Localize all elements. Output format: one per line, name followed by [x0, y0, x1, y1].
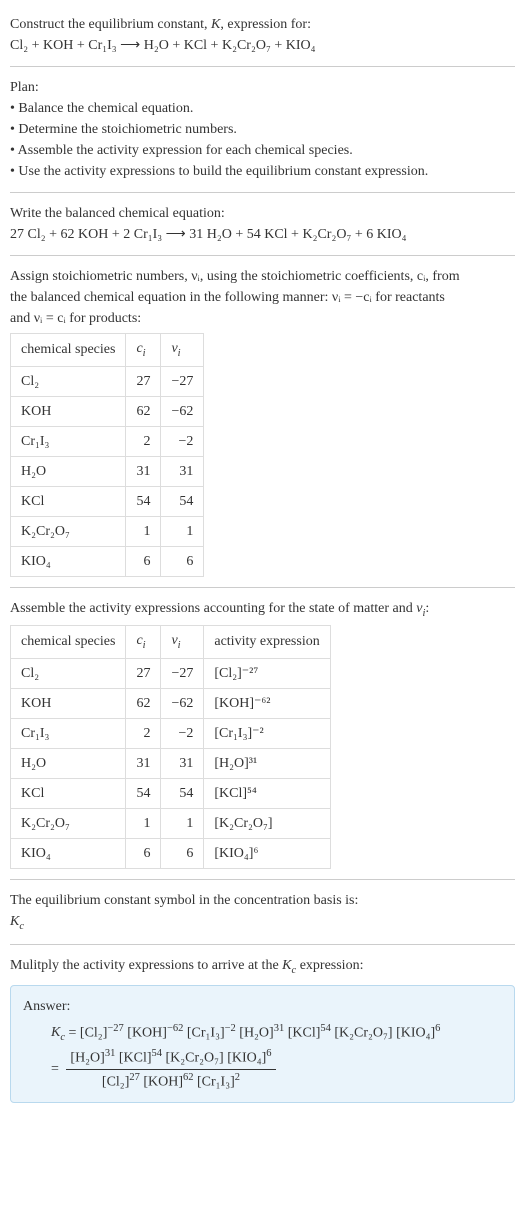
col-species: chemical species — [11, 626, 126, 659]
symbol: The equilibrium constant symbol in the c… — [10, 884, 515, 941]
assign-text: Assign stoichiometric numbers, νᵢ, using… — [10, 266, 515, 287]
intro-equation: Cl₂ + KOH + Cr₁I₃ ⟶ H₂O + KCl + K₂Cr₂O₇ … — [10, 35, 515, 56]
table-row: Cl₂27−27[Cl₂]⁻²⁷ — [11, 658, 331, 688]
table-row: K₂Cr₂O₇11[K₂Cr₂O₇] — [11, 808, 331, 838]
plan-item: • Use the activity expressions to build … — [10, 161, 515, 182]
plan-item: • Determine the stoichiometric numbers. — [10, 119, 515, 140]
plan-heading: Plan: — [10, 77, 515, 98]
symbol-value: Kc — [10, 911, 515, 935]
table-row: KOH62−62[KOH]⁻⁶² — [11, 688, 331, 718]
table-row: KCl5454[KCl]⁵⁴ — [11, 778, 331, 808]
table-header-row: chemical species ci νi activity expressi… — [11, 626, 331, 659]
assign-text: the balanced chemical equation in the fo… — [10, 287, 515, 308]
divider — [10, 192, 515, 193]
divider — [10, 255, 515, 256]
plan-item: • Assemble the activity expression for e… — [10, 140, 515, 161]
activity: Assemble the activity expressions accoun… — [10, 592, 515, 875]
assign: Assign stoichiometric numbers, νᵢ, using… — [10, 260, 515, 583]
activity-table: chemical species ci νi activity expressi… — [10, 625, 331, 869]
activity-heading: Assemble the activity expressions accoun… — [10, 598, 515, 622]
table-row: K₂Cr₂O₇11 — [11, 516, 204, 546]
balanced-heading: Write the balanced chemical equation: — [10, 203, 515, 224]
table-row: H₂O3131[H₂O]³¹ — [11, 748, 331, 778]
col-vi: νi — [161, 334, 204, 367]
plan-item: • Balance the chemical equation. — [10, 98, 515, 119]
balanced: Write the balanced chemical equation: 27… — [10, 197, 515, 251]
assign-text: and νᵢ = cᵢ for products: — [10, 308, 515, 329]
table-row: KOH62−62 — [11, 396, 204, 426]
symbol-heading: The equilibrium constant symbol in the c… — [10, 890, 515, 911]
col-ci: ci — [126, 626, 161, 659]
table-row: KIO₄66[KIO₄]⁶ — [11, 838, 331, 868]
table-row: Cr₁I₃2−2[Cr₁I₃]⁻² — [11, 718, 331, 748]
multiply-heading: Mulitply the activity expressions to arr… — [10, 955, 515, 979]
intro: Construct the equilibrium constant, K, e… — [10, 8, 515, 62]
table-row: Cr₁I₃2−2 — [11, 426, 204, 456]
fraction: [H₂O]31 [KCl]54 [K₂Cr₂O₇] [KIO₄]6 [Cl₂]2… — [66, 1046, 275, 1092]
multiply: Mulitply the activity expressions to arr… — [10, 949, 515, 1109]
table-row: H₂O3131 — [11, 456, 204, 486]
answer-box: Answer: Kc = [Cl₂]−27 [KOH]−62 [Cr₁I₃]−2… — [10, 985, 515, 1104]
col-ci: ci — [126, 334, 161, 367]
fraction-numerator: [H₂O]31 [KCl]54 [K₂Cr₂O₇] [KIO₄]6 — [66, 1046, 275, 1070]
table-header-row: chemical species ci νi — [11, 334, 204, 367]
col-activity: activity expression — [204, 626, 330, 659]
divider — [10, 944, 515, 945]
fraction-denominator: [Cl₂]27 [KOH]62 [Cr₁I₃]2 — [66, 1070, 275, 1093]
stoich-table: chemical species ci νi Cl₂27−27 KOH62−62… — [10, 333, 204, 577]
balanced-equation: 27 Cl₂ + 62 KOH + 2 Cr₁I₃ ⟶ 31 H₂O + 54 … — [10, 224, 515, 245]
table-row: KIO₄66 — [11, 546, 204, 576]
answer-line1: Kc = [Cl₂]−27 [KOH]−62 [Cr₁I₃]−2 [H₂O]31… — [23, 1021, 502, 1046]
answer-label: Answer: — [23, 996, 502, 1017]
plan: Plan: • Balance the chemical equation. •… — [10, 71, 515, 188]
divider — [10, 66, 515, 67]
col-species: chemical species — [11, 334, 126, 367]
answer-line2: = [H₂O]31 [KCl]54 [K₂Cr₂O₇] [KIO₄]6 [Cl₂… — [23, 1046, 502, 1092]
table-row: KCl5454 — [11, 486, 204, 516]
col-vi: νi — [161, 626, 204, 659]
divider — [10, 879, 515, 880]
table-row: Cl₂27−27 — [11, 366, 204, 396]
divider — [10, 587, 515, 588]
intro-line1: Construct the equilibrium constant, K, e… — [10, 14, 515, 35]
